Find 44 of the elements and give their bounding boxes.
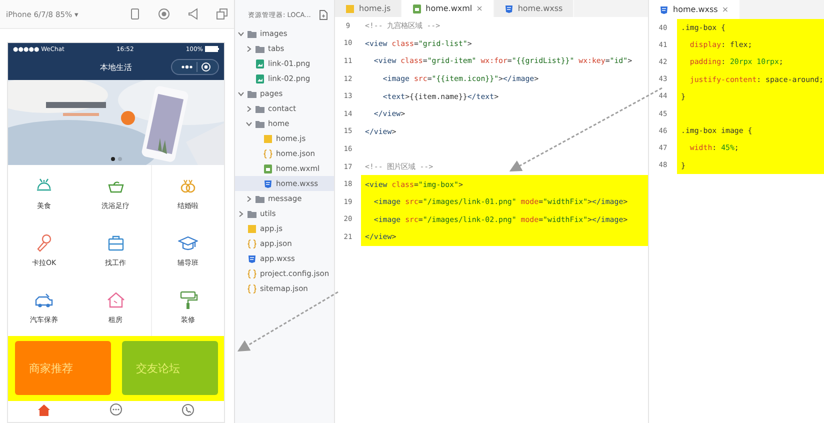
phone-icon[interactable] [130, 8, 140, 20]
editor-tab[interactable]: home.wxml × [402, 0, 494, 17]
chevron-down-icon [238, 90, 244, 96]
markup-file-icon [412, 4, 422, 14]
page-dot[interactable] [118, 157, 122, 161]
editor-tab[interactable]: home.js [335, 0, 402, 17]
window-icon[interactable] [216, 8, 228, 20]
braces-icon [247, 268, 257, 278]
new-file-icon[interactable] [319, 10, 328, 20]
chevron-down-icon [238, 30, 244, 36]
house-icon[interactable] [106, 290, 126, 310]
braces-icon [263, 148, 273, 158]
js-file-icon [247, 224, 257, 234]
stylesheet-icon [247, 254, 257, 264]
js-file-icon [345, 4, 355, 14]
phone-call-icon[interactable] [181, 403, 195, 417]
speaker-icon[interactable] [188, 8, 198, 20]
paint-roller-icon[interactable] [178, 290, 198, 310]
chevron-right-icon [246, 196, 252, 202]
chevron-down-icon [246, 120, 252, 126]
braces-icon [247, 238, 257, 248]
page-title: 本地生活 [100, 62, 132, 73]
braces-icon [247, 284, 257, 294]
close-button[interactable]: × [722, 5, 729, 14]
chevron-right-icon [246, 46, 252, 52]
stylesheet-icon [504, 4, 514, 14]
home-icon[interactable] [37, 403, 51, 417]
record-icon[interactable] [158, 8, 170, 20]
chevron-right-icon [238, 210, 244, 216]
close-button[interactable]: × [476, 4, 483, 13]
battery-icon [205, 46, 219, 52]
stylesheet-icon [659, 4, 669, 14]
briefcase-icon[interactable] [106, 233, 126, 253]
markup-file-icon [263, 164, 273, 174]
editor-tab[interactable]: home.wxss × [649, 0, 740, 19]
image-file-icon [255, 74, 265, 84]
js-file-icon [263, 134, 273, 144]
stylesheet-icon [263, 178, 273, 188]
chat-icon[interactable] [109, 403, 123, 417]
page-dot[interactable] [110, 157, 114, 161]
image-file-icon [255, 58, 265, 68]
editor-tab[interactable]: home.wxss [494, 0, 574, 17]
capsule-button[interactable] [171, 59, 219, 75]
chevron-right-icon [246, 106, 252, 112]
